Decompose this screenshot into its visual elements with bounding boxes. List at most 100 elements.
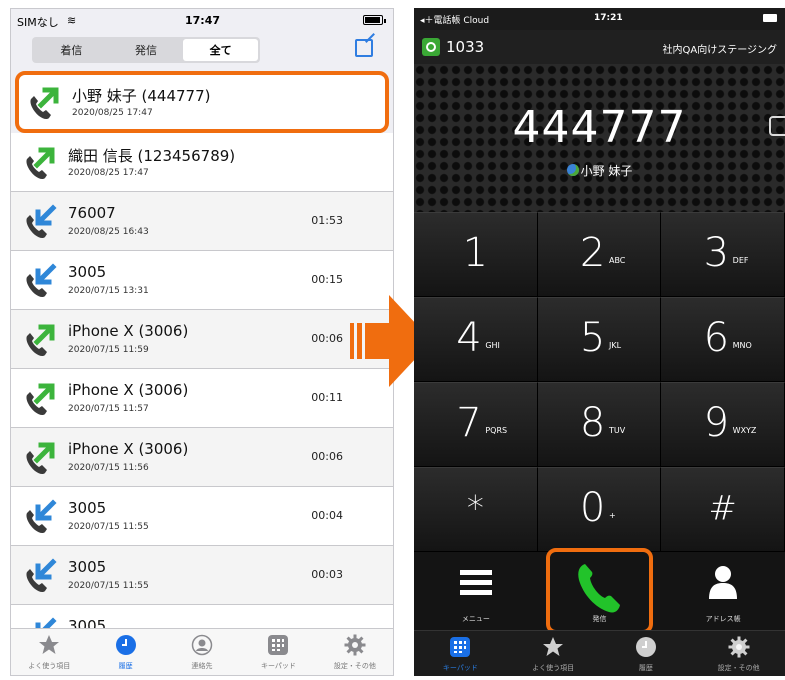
call-row[interactable]: 3005 2020/07/15 11:55 00:04 (11, 487, 393, 546)
star-icon (542, 636, 564, 658)
carrier-label: SIMなし (17, 16, 59, 29)
key-9[interactable]: 9 WXYZ (661, 382, 785, 467)
outgoing-call-icon (23, 322, 59, 358)
key-letters: WXYZ (732, 426, 757, 436)
contacts-icon (191, 634, 213, 656)
key-8[interactable]: 8 TUV (537, 382, 662, 467)
key-4[interactable]: 4 GHI (414, 297, 538, 382)
status-time: 17:47 (185, 14, 221, 27)
menu-icon (459, 570, 492, 596)
call-contact-name: 織田 信長 (123456789) (68, 147, 236, 165)
call-timestamp: 2020/07/15 11:55 (68, 581, 149, 591)
call-contact-name: 76007 (68, 204, 116, 222)
dialer-status-bar: ◂＋電話帳 Cloud 17:21 (414, 8, 785, 30)
segment-all[interactable]: 全て (183, 39, 259, 61)
tab-gear[interactable]: 設定・その他 (692, 631, 785, 676)
tab-clock[interactable]: 履歴 (87, 629, 163, 675)
tab-label: キーパッド (442, 664, 478, 672)
key-letters: DEF (732, 256, 749, 266)
tab-label: 連絡先 (191, 662, 213, 670)
tab-keypad[interactable]: キーパッド (414, 631, 507, 676)
key-1[interactable]: 1 (414, 212, 538, 297)
call-row[interactable]: iPhone X (3006) 2020/07/15 11:59 00:06 (11, 310, 393, 369)
keypad-icon (267, 634, 289, 656)
call-contact-name: iPhone X (3006) (68, 322, 189, 340)
account-id: 1033 (446, 38, 485, 56)
key-letters: + (608, 511, 616, 521)
call-timestamp: 2020/08/25 17:47 (68, 168, 149, 178)
status-bar: SIMなし ≋ 17:47 (11, 9, 393, 31)
person-icon (709, 566, 738, 599)
key-5[interactable]: 5 JKL (537, 297, 662, 382)
app-logo-icon (422, 38, 440, 56)
call-duration: 00:06 (311, 332, 343, 345)
tab-gear[interactable]: 設定・その他 (317, 629, 393, 675)
matched-contact-name: 小野 妹子 (580, 164, 633, 178)
call-timestamp: 2020/08/25 16:43 (68, 227, 149, 237)
menu-button[interactable]: メニュー (414, 552, 538, 630)
incoming-call-icon (23, 499, 59, 535)
key-6[interactable]: 6 MNO (661, 297, 785, 382)
tab-keypad[interactable]: キーパッド (240, 629, 316, 675)
back-to-app-label[interactable]: ◂＋電話帳 Cloud (420, 13, 489, 26)
key-digit: 1 (462, 229, 489, 276)
call-duration: 00:11 (311, 391, 343, 404)
key-2[interactable]: 2 ABC (537, 212, 662, 297)
call-timestamp: 2020/07/15 11:56 (68, 463, 149, 473)
key-hash[interactable]: # (661, 467, 785, 552)
tab-contacts[interactable]: 連絡先 (164, 629, 240, 675)
key-digit: 7 (456, 399, 482, 446)
key-3[interactable]: 3 DEF (661, 212, 785, 297)
compose-icon[interactable] (355, 39, 373, 57)
tab-star[interactable]: よく使う項目 (11, 629, 87, 675)
call-filter-segmented: 着信 発信 全て (32, 37, 260, 63)
backspace-icon[interactable] (769, 116, 785, 136)
tab-label: 設定・その他 (333, 662, 376, 670)
outgoing-call-icon (23, 145, 59, 181)
incoming-call-icon (23, 204, 59, 240)
tab-star[interactable]: よく使う項目 (507, 631, 600, 676)
call-row[interactable]: iPhone X (3006) 2020/07/15 11:56 00:06 (11, 428, 393, 487)
dial-keypad: 1 2 ABC 3 DEF 4 GHI 5 JKL 6 MNO 7 PQRS 8 TUV 9 WXYZ * 0 + # (414, 212, 785, 552)
call-duration: 00:06 (311, 450, 343, 463)
call-timestamp: 2020/07/15 11:57 (68, 404, 149, 414)
call-duration: 00:03 (311, 568, 343, 581)
call-row-selected[interactable]: 小野 妹子 (444777) 2020/08/25 17:47 (15, 71, 389, 133)
key-0[interactable]: 0 + (537, 467, 662, 552)
call-row[interactable]: 3005 2020/07/15 11:55 00:03 (11, 546, 393, 605)
left-tab-bar: よく使う項目 履歴 連絡先 キーパッド 設定・その他 (11, 628, 393, 675)
segment-outgoing[interactable]: 発信 (109, 39, 184, 61)
key-star[interactable]: * (414, 467, 538, 552)
dial-display: 444777 小野 妹子 (414, 64, 785, 212)
call-contact-name: 3005 (68, 499, 107, 517)
segment-incoming[interactable]: 着信 (34, 39, 109, 61)
clock-icon (635, 636, 657, 658)
tab-label: よく使う項目 (532, 664, 575, 672)
dialed-number: 444777 (512, 102, 687, 153)
address-book-label: アドレス帳 (705, 615, 741, 623)
call-row[interactable]: 織田 信長 (123456789) 2020/08/25 17:47 (11, 133, 393, 192)
call-timestamp: 2020/08/25 17:47 (72, 108, 153, 118)
clock-icon (115, 634, 137, 656)
screenshot-stage: SIMなし ≋ 17:47 着信 発信 全て 小野 妹子 (444777) 202… (0, 0, 785, 680)
key-letters: MNO (732, 341, 752, 351)
call-contact-name: iPhone X (3006) (68, 440, 189, 458)
call-row[interactable]: 3005 2020/07/15 13:31 00:15 (11, 251, 393, 310)
key-7[interactable]: 7 PQRS (414, 382, 538, 467)
tab-label: キーパッド (260, 662, 296, 670)
key-letters: GHI (485, 341, 500, 351)
dialer-status-time: 17:21 (594, 13, 623, 23)
server-name: 社内QA向けステージング (662, 45, 777, 56)
tab-label: よく使う項目 (28, 662, 71, 670)
key-digit: # (708, 487, 737, 528)
call-label: 発信 (592, 615, 607, 623)
call-history-list: 小野 妹子 (444777) 2020/08/25 17:47 織田 信長 (123… (11, 71, 393, 664)
call-history-screen: SIMなし ≋ 17:47 着信 発信 全て 小野 妹子 (444777) 202… (10, 8, 394, 676)
key-letters: JKL (608, 341, 622, 351)
gear-icon (728, 636, 750, 658)
address-book-button[interactable]: アドレス帳 (661, 552, 785, 630)
call-row[interactable]: iPhone X (3006) 2020/07/15 11:57 00:11 (11, 369, 393, 428)
call-row[interactable]: 76007 2020/08/25 16:43 01:53 (11, 192, 393, 251)
tab-clock[interactable]: 履歴 (600, 631, 693, 676)
call-button[interactable]: 発信 (538, 548, 662, 634)
